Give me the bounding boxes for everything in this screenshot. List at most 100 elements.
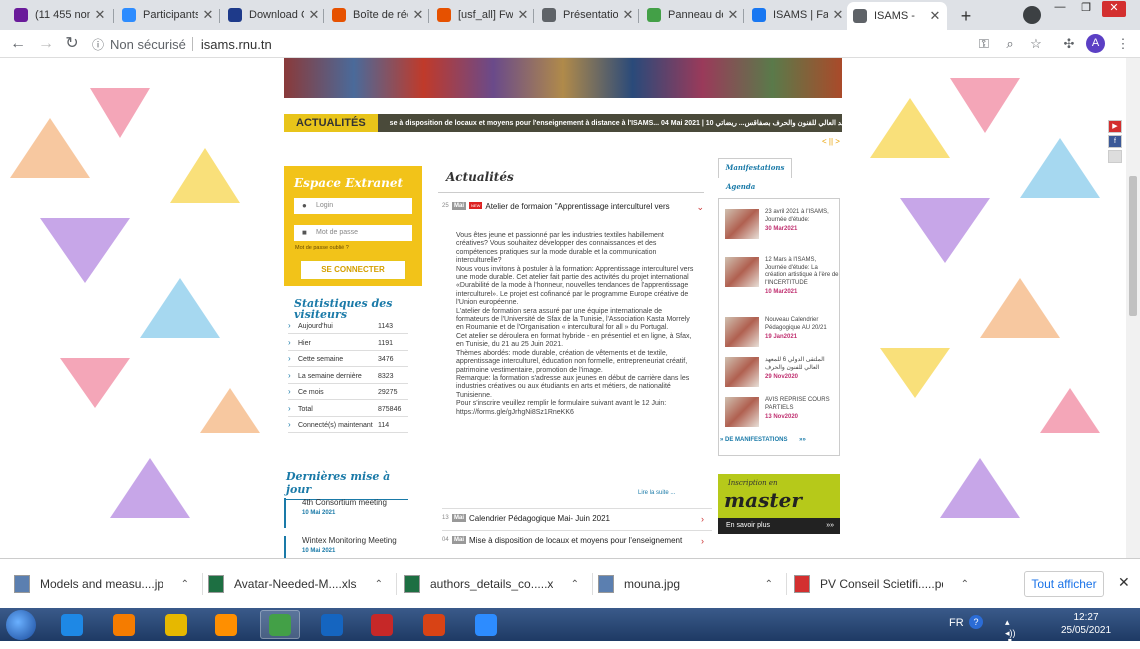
event-thumbnail (725, 257, 759, 287)
taskbar-app-paint[interactable] (104, 610, 144, 639)
browser-tab[interactable]: Panneau de ✕ (641, 3, 745, 27)
zoom-icon[interactable]: ⌕ (1001, 35, 1019, 53)
omnibox-divider (191, 37, 193, 51)
browser-tab[interactable]: (11 455 non lus) ✕ (8, 3, 112, 27)
news-item[interactable]: 04 Mai Mise à disposition de locaux et m… (442, 536, 706, 546)
youtube-icon[interactable]: ▶ (1108, 120, 1122, 133)
taskbar-app-media[interactable] (206, 610, 246, 639)
tab-close-icon[interactable]: ✕ (517, 7, 529, 23)
download-item[interactable]: PV Conseil Scietifi.....pdf ⌃ (794, 569, 969, 599)
star-icon[interactable]: ☆ (1027, 35, 1045, 53)
master-promo-banner[interactable]: Inscription en master En savoir plus »» (718, 474, 840, 534)
learn-more-button[interactable]: En savoir plus »» (718, 518, 840, 534)
window-close-button[interactable]: ✕ (1102, 1, 1126, 17)
tab-close-icon[interactable]: ✕ (622, 7, 634, 23)
download-item[interactable]: Models and measu....jpg ⌃ (14, 569, 189, 599)
event-title: 23 avril 2021 à l'ISAMS, Journée d'étude… (765, 209, 829, 223)
browser-tab[interactable]: Download Ce ✕ (222, 3, 326, 27)
agenda-event[interactable]: 23 avril 2021 à l'ISAMS, Journée d'étude… (725, 209, 839, 239)
close-downloads-icon[interactable]: ✕ (1118, 574, 1130, 591)
taskbar-app-ie[interactable] (52, 610, 92, 639)
new-tab-button[interactable]: + (955, 5, 977, 27)
tab-close-icon[interactable]: ✕ (308, 7, 320, 23)
reload-button[interactable]: ↻ (62, 34, 82, 54)
url-text[interactable]: isams.rnu.tn (201, 37, 272, 52)
chevron-up-icon[interactable]: ⌃ (765, 579, 773, 590)
news-item[interactable]: 13 Mai Calendrier Pédagogique Mai- Juin … (442, 514, 706, 524)
extensions-icon[interactable]: ✣ (1060, 35, 1078, 53)
last-update-item[interactable]: Wintex Monitoring Meeting 10 Mai 2021 (284, 536, 420, 558)
chevron-right-icon[interactable]: › (701, 514, 704, 524)
tab-close-icon[interactable]: ✕ (929, 8, 941, 24)
tab-search-button[interactable] (1023, 6, 1041, 24)
taskbar-app-powerpoint[interactable] (414, 610, 454, 639)
agenda-event[interactable]: AVIS REPRISE COURS PARTIELS 13 Nov2020 (725, 397, 839, 427)
event-date: 30 Mar2021 (765, 226, 798, 232)
minimize-button[interactable]: — (1048, 1, 1072, 17)
download-item[interactable]: authors_details_co.....xlsx ⌃ (404, 569, 579, 599)
show-all-button[interactable]: Tout afficher (1024, 571, 1104, 597)
last-update-item[interactable]: 4th Consortium meeting 10 Mai 2021 (284, 498, 420, 528)
download-item[interactable]: Avatar-Needed-M....xlsx ⌃ (208, 569, 383, 599)
file-icon (208, 575, 224, 593)
password-input[interactable]: ■ Mot de passe (294, 225, 412, 241)
stats-value: 8323 (378, 372, 394, 380)
vertical-scrollbar[interactable] (1126, 58, 1140, 558)
connect-button[interactable]: SE CONNECTER (300, 260, 406, 280)
tab-close-icon[interactable]: ✕ (412, 7, 424, 23)
forgot-password-link[interactable]: Mot de passe oublié ? (295, 245, 349, 251)
stats-value: 875846 (378, 405, 402, 413)
read-more-link[interactable]: Lire la suite ... (638, 490, 675, 496)
chevron-right-icon[interactable]: › (701, 536, 704, 546)
chevron-up-icon[interactable]: ⌃ (375, 579, 383, 590)
ticker-pager[interactable]: < || > (822, 137, 840, 146)
browser-tab[interactable]: [usf_all] Fwd ✕ (431, 3, 535, 27)
taskbar-app-word[interactable] (312, 610, 352, 639)
tab-close-icon[interactable]: ✕ (727, 7, 739, 23)
language-indicator[interactable]: FR (949, 617, 964, 629)
key-icon[interactable]: ⚿ (975, 35, 993, 53)
tray-icons[interactable]: ▴ ◂)) ▐ (1005, 617, 1016, 649)
taskbar-app-chrome[interactable] (260, 610, 300, 639)
login-input[interactable]: ● Login (294, 198, 412, 214)
omnibox[interactable]: ⓘ Non sécurisé isams.rnu.tn (92, 33, 912, 55)
help-icon[interactable]: ? (969, 615, 983, 629)
maximize-button[interactable]: ❐ (1074, 1, 1098, 17)
scrollbar-thumb[interactable] (1129, 176, 1137, 316)
taskbar-app-acrobat[interactable] (362, 610, 402, 639)
agenda-event[interactable]: الملتقى الدولي 6 للمعهد العالي للفنون وا… (725, 357, 839, 387)
browser-tab[interactable]: ISAMS | Face ✕ (746, 3, 850, 27)
start-button[interactable] (6, 610, 36, 640)
browser-tab[interactable]: Participants ✕ (116, 3, 220, 27)
browser-tab[interactable]: Boîte de réception ✕ (326, 3, 430, 27)
browser-tab[interactable]: Présentation ✕ (536, 3, 640, 27)
news-ticker-text[interactable]: se à disposition de locaux et moyens pou… (378, 119, 842, 127)
tab-close-icon[interactable]: ✕ (832, 7, 844, 23)
chevron-up-icon[interactable]: ⌃ (571, 579, 579, 590)
share-icon[interactable] (1108, 150, 1122, 163)
taskbar-app-zoom[interactable] (466, 610, 506, 639)
tab-agenda[interactable]: Agenda (726, 182, 755, 191)
news-item[interactable]: 25 Mai NEW Atelier de formaion "Apprenti… (442, 202, 706, 213)
menu-icon[interactable]: ⋮ (1114, 35, 1132, 53)
browser-tab[interactable]: ISAMS - ✕ (847, 2, 947, 30)
back-button[interactable]: ← (8, 34, 28, 54)
taskbar-app-explorer[interactable] (156, 610, 196, 639)
tab-close-icon[interactable]: ✕ (202, 7, 214, 23)
info-icon[interactable]: ⓘ (92, 36, 104, 53)
chevron-down-icon[interactable]: ⌄ (696, 202, 704, 213)
agenda-event[interactable]: Nouveau Calendrier Pédagogique AU 20/21 1… (725, 317, 839, 347)
agenda-event[interactable]: 12 Mars à l'ISAMS, Journée d'étude: La c… (725, 257, 839, 295)
forward-button[interactable]: → (36, 34, 56, 54)
not-secure-label: Non sécurisé (110, 36, 186, 52)
chevron-up-icon[interactable]: ⌃ (181, 579, 189, 590)
more-manifestations-link[interactable]: » DE MANIFESTATIONS »» (720, 436, 806, 445)
tab-manifestations[interactable]: Manifestations (718, 158, 792, 178)
facebook-icon[interactable]: f (1108, 135, 1122, 148)
tab-close-icon[interactable]: ✕ (94, 7, 106, 23)
system-clock[interactable]: 12:27 25/05/2021 (1056, 611, 1116, 637)
chevron-up-icon[interactable]: ⌃ (961, 579, 969, 590)
download-item[interactable]: mouna.jpg ⌃ (598, 569, 773, 599)
news-month: Mai (452, 202, 467, 210)
profile-avatar[interactable]: A (1086, 34, 1105, 53)
